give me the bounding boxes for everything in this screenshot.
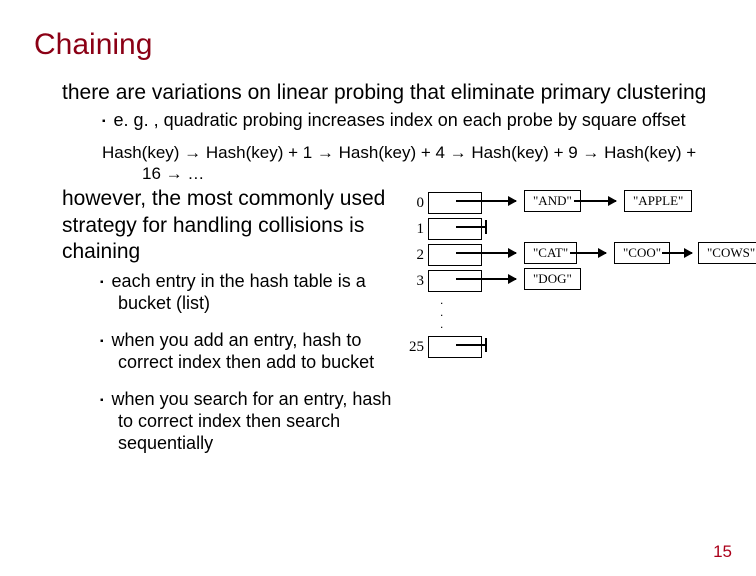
table-row: 1 (406, 216, 746, 242)
row-index: 1 (406, 221, 424, 238)
node-apple: "APPLE" (624, 190, 692, 212)
bucket-cell (428, 218, 482, 240)
null-pointer (456, 344, 486, 346)
ellipsis-dots: ... (406, 294, 746, 330)
bucket-cell (428, 192, 482, 214)
row-index: 2 (406, 247, 424, 264)
pointer-arrow (456, 252, 516, 254)
hash-sequence: Hash(key) → Hash(key) + 1 → Hash(key) + … (34, 142, 722, 185)
table-row: 0 "AND" "APPLE" (406, 190, 746, 216)
quadratic-probing-bullet: e. g. , quadratic probing increases inde… (34, 110, 722, 132)
table-row: 3 "DOG" (406, 268, 746, 294)
lower-section: however, the most commonly used strategy… (34, 186, 722, 470)
hash-table-diagram: 0 "AND" "APPLE" 1 2 (406, 190, 746, 360)
table-row: 2 "CAT" "COO" "COWS" (406, 242, 746, 268)
node-cows: "COWS" (698, 242, 756, 264)
table-row: 25 (406, 334, 746, 360)
bucket-cell (428, 336, 482, 358)
bullet-search: when you search for an entry, hash to co… (62, 389, 394, 454)
page-title: Chaining (34, 28, 722, 62)
chaining-paragraph: however, the most commonly used strategy… (62, 186, 394, 265)
intro-paragraph: there are variations on linear probing t… (34, 80, 722, 106)
pointer-arrow (456, 278, 516, 280)
row-index: 0 (406, 195, 424, 212)
pointer-arrow (570, 252, 606, 254)
node-dog: "DOG" (524, 268, 581, 290)
row-index: 3 (406, 273, 424, 290)
pointer-arrow (662, 252, 692, 254)
diagram-column: 0 "AND" "APPLE" 1 2 (394, 186, 722, 470)
bucket-cell (428, 270, 482, 292)
bullet-bucket: each entry in the hash table is a bucket… (62, 271, 394, 314)
pointer-arrow (456, 200, 516, 202)
lower-left-column: however, the most commonly used strategy… (34, 186, 394, 470)
row-index: 25 (406, 339, 424, 356)
pointer-arrow (574, 200, 616, 202)
bullet-add: when you add an entry, hash to correct i… (62, 330, 394, 373)
node-and: "AND" (524, 190, 581, 212)
slide: Chaining there are variations on linear … (0, 0, 756, 576)
page-number: 15 (713, 542, 732, 562)
bucket-cell (428, 244, 482, 266)
null-pointer (456, 226, 486, 228)
